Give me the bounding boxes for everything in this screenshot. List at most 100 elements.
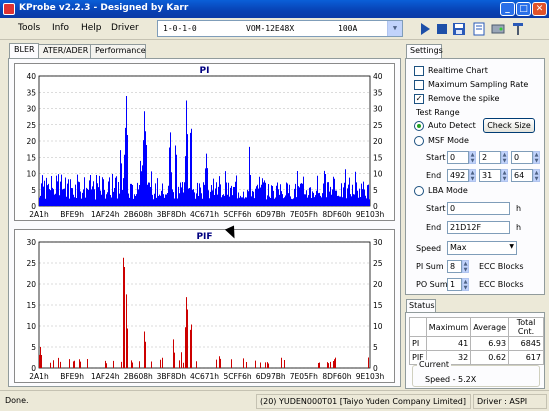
pi-avg: 6.93: [470, 336, 510, 351]
msf-mode-radio[interactable]: [414, 136, 424, 146]
remove-spike-checkbox[interactable]: ✓: [414, 94, 424, 104]
settings-panel: Realtime Chart Maximum Sampling Rate ✓ R…: [405, 58, 545, 295]
msf-start-sec-field[interactable]: 2: [479, 151, 501, 164]
stop-icon[interactable]: [434, 21, 450, 37]
tab-ater-ader[interactable]: ATER/ADER: [38, 44, 91, 58]
spinner-arrows-icon[interactable]: ▲ ▼: [469, 151, 476, 164]
menu-info[interactable]: Info: [52, 23, 69, 33]
chevron-down-icon: ▼: [509, 243, 514, 250]
y-tick-label: 25: [26, 259, 36, 268]
lba-end-field[interactable]: 21D12F: [447, 221, 510, 234]
y-tick-label-right: 20: [373, 137, 383, 146]
y-tick-label-right: 25: [373, 259, 383, 268]
pi-sum-label: PI Sum: [416, 262, 444, 271]
speed-select[interactable]: Max ▼: [447, 241, 517, 255]
y-tick-label-right: 30: [373, 238, 383, 247]
tab-performance[interactable]: Performance: [90, 44, 146, 58]
check-size-button[interactable]: Check Size: [483, 118, 535, 133]
y-tick-label: 30: [26, 105, 36, 114]
msf-end-sec-field[interactable]: 31: [479, 169, 501, 182]
header-total: Total Cnt.: [508, 317, 544, 337]
lba-end-unit: h: [516, 223, 522, 232]
msf-end-frame-field[interactable]: 64: [511, 169, 533, 182]
y-tick-label: 30: [26, 238, 36, 247]
pi-sum-field[interactable]: 8: [447, 260, 462, 273]
lba-end-label: End: [426, 223, 442, 232]
spinner-arrows-icon[interactable]: ▲ ▼: [533, 169, 540, 182]
msf-start-min-field[interactable]: 0: [447, 151, 469, 164]
x-tick-label: 4C671h: [190, 210, 219, 219]
maximize-button[interactable]: □: [516, 2, 531, 16]
remove-spike-label: Remove the spike: [428, 94, 500, 103]
close-button[interactable]: ✕: [532, 2, 547, 16]
realtime-chart-checkbox[interactable]: [414, 66, 424, 76]
chart-title: PI: [200, 66, 210, 76]
tab-bler[interactable]: BLER: [9, 43, 39, 59]
auto-detect-radio[interactable]: [414, 121, 424, 131]
save-icon[interactable]: [451, 21, 467, 37]
y-tick-label: 10: [26, 322, 36, 331]
speed-label: Speed: [416, 244, 442, 253]
y-tick-label-right: 25: [373, 121, 383, 130]
x-tick-label: 9E103h: [356, 372, 385, 381]
msf-end-min-field[interactable]: 492: [447, 169, 469, 182]
speed-value: Max: [450, 243, 467, 252]
drive-select[interactable]: 1-0-1-0 VOM-12E48X 100A ▼: [157, 20, 403, 37]
x-tick-label: BFE9h: [60, 372, 84, 381]
x-tick-label: 2A1h: [29, 210, 49, 219]
current-speed: Speed - 5.2X: [425, 375, 477, 384]
pif-chart: PIF0 05 510 1015 1520 2025 2530 302A1h BFE9h 1AF2…: [26, 232, 385, 381]
spinner-arrows-icon[interactable]: ▲ ▼: [501, 151, 508, 164]
po-ecc-blocks-label: ECC Blocks: [479, 280, 524, 289]
current-group: Current Speed - 5.2X: [412, 360, 540, 387]
spinner-arrows-icon[interactable]: ▲ ▼: [469, 169, 476, 182]
tools-icon[interactable]: [510, 21, 526, 37]
max-sampling-label: Maximum Sampling Rate: [428, 80, 529, 89]
spinner-arrows-icon[interactable]: ▲ ▼: [462, 260, 469, 273]
menu-driver[interactable]: Driver: [111, 23, 139, 33]
status-bar: Done. (20) YUDEN000T01 [Taiyo Yuden Comp…: [0, 390, 549, 411]
x-tick-label: 6D97Bh: [256, 372, 286, 381]
pi-total: 6845: [508, 336, 544, 351]
y-tick-label: 5: [31, 186, 36, 195]
pif-chart-box: PIF 0 0 5 5 10 10 15 15 20 20 25 25 30 30 2A1h BFE9h 1AF2…: [14, 229, 395, 383]
menu-help[interactable]: Help: [81, 23, 102, 33]
tab-settings[interactable]: Settings: [406, 44, 443, 58]
y-tick-label-right: 5: [373, 186, 378, 195]
msf-start-frame-field[interactable]: 0: [511, 151, 533, 164]
x-tick-label: 3BF8Dh: [157, 372, 187, 381]
y-tick-label-right: 35: [373, 88, 383, 97]
drive-index: 1-0-1-0: [163, 24, 197, 33]
lba-start-field[interactable]: 0: [447, 202, 510, 215]
x-tick-label: 9E103h: [356, 210, 385, 219]
x-tick-label: 2B608h: [124, 210, 153, 219]
minimize-button[interactable]: _: [500, 2, 515, 16]
po-sum-field[interactable]: 1: [447, 278, 462, 291]
menu-tools[interactable]: Tools: [18, 23, 40, 33]
spinner-arrows-icon[interactable]: ▲ ▼: [533, 151, 540, 164]
chevron-down-icon[interactable]: ▼: [387, 21, 402, 36]
spinner-arrows-icon[interactable]: ▲ ▼: [501, 169, 508, 182]
pi-max: 41: [425, 336, 472, 351]
window-title: KProbe v2.2.3 - Designed by Karr: [19, 3, 189, 13]
y-tick-label: 35: [26, 88, 36, 97]
y-tick-label: 40: [26, 72, 36, 81]
lba-mode-radio[interactable]: [414, 186, 424, 196]
spinner-arrows-icon[interactable]: ▲ ▼: [462, 278, 469, 291]
tab-status[interactable]: Status: [406, 299, 436, 312]
stats-table: Maximum Average Total Cnt. PI 41 6.93 68…: [409, 317, 544, 365]
y-tick-label-right: 15: [373, 153, 383, 162]
x-tick-label: 4C671h: [190, 372, 219, 381]
max-sampling-checkbox[interactable]: [414, 80, 424, 90]
x-tick-label: 8DF60h: [322, 210, 351, 219]
drive-info-icon[interactable]: [490, 21, 506, 37]
y-tick-label-right: 10: [373, 322, 383, 331]
table-corner-cell: [409, 317, 427, 337]
realtime-chart-label: Realtime Chart: [428, 66, 488, 75]
title-bar: KProbe v2.2.3 - Designed by Karr _ □ ✕: [0, 0, 549, 18]
open-file-icon[interactable]: [471, 21, 487, 37]
lba-start-unit: h: [516, 204, 522, 213]
start-icon[interactable]: [417, 21, 433, 37]
msf-start-label: Start: [426, 153, 446, 162]
y-tick-label: 15: [26, 301, 36, 310]
